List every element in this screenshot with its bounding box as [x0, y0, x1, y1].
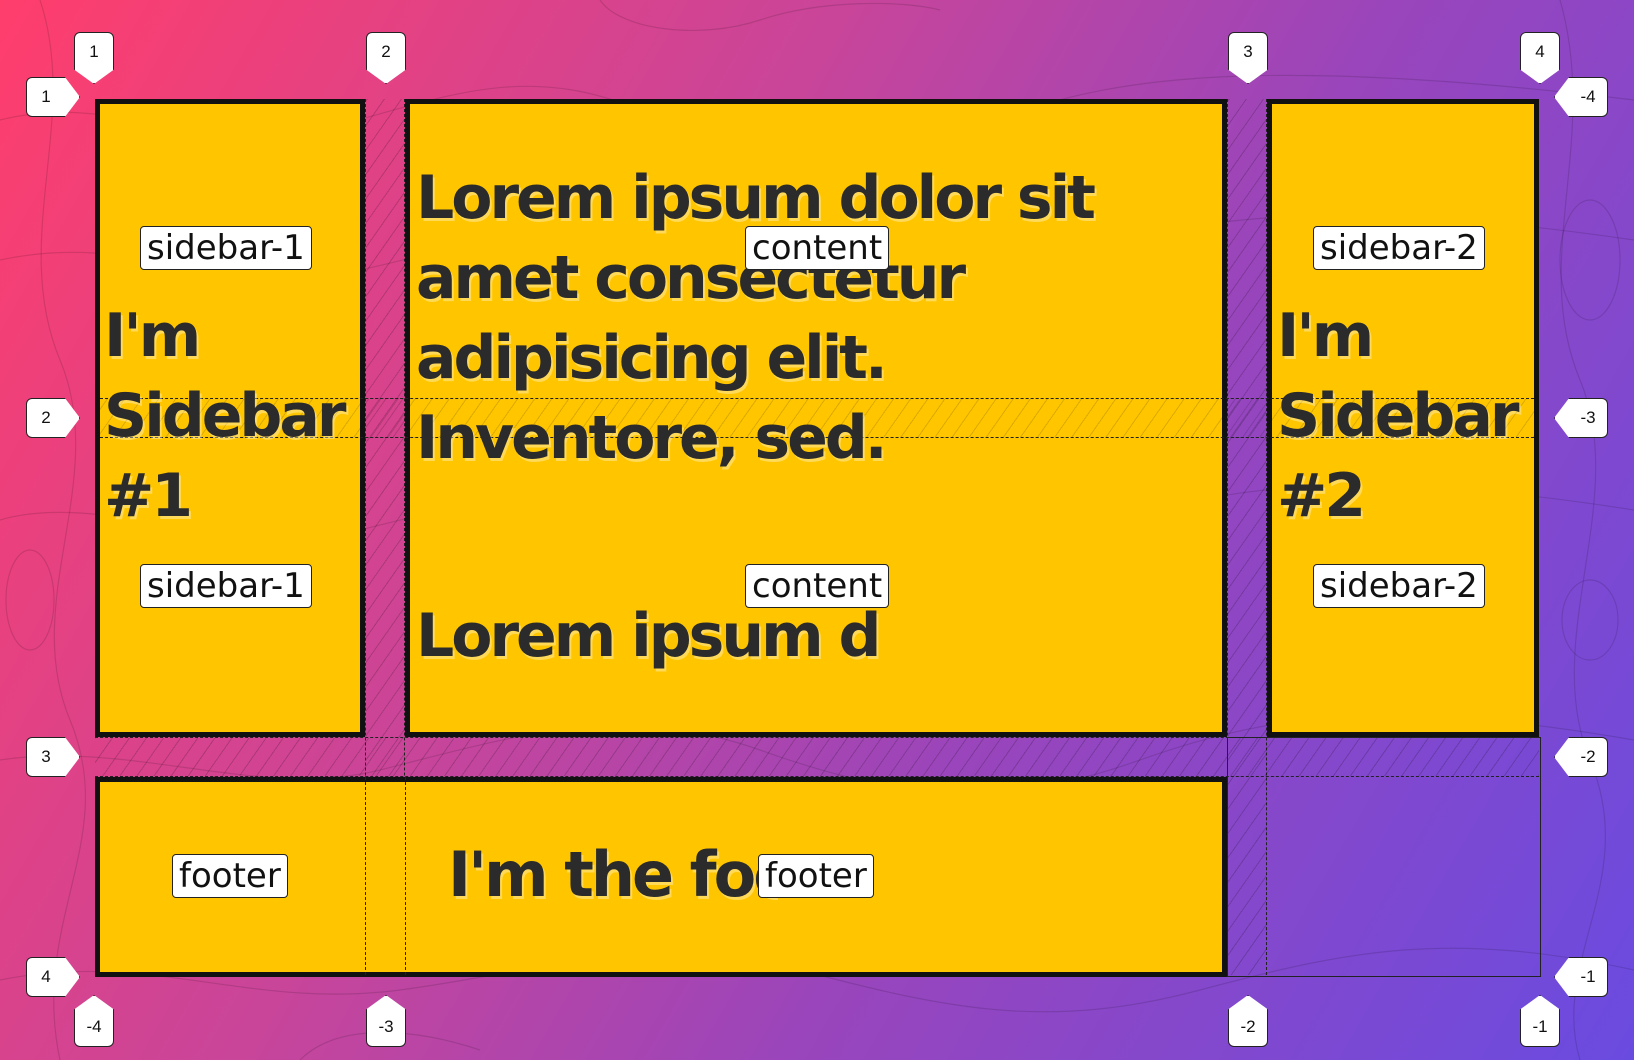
- area-label-footer: footer: [758, 854, 874, 898]
- area-label-sidebar-1: sidebar-1: [140, 564, 312, 608]
- area-label-footer: footer: [172, 854, 288, 898]
- column-line-marker-bottom: -3: [366, 995, 406, 1047]
- row-line-marker-right: -4: [1554, 77, 1608, 117]
- area-label-content: content: [745, 226, 890, 270]
- row-line-marker-right: -3: [1554, 398, 1608, 438]
- row-line-marker-left: 3: [26, 737, 80, 777]
- column-line-marker-bottom: -1: [1520, 995, 1560, 1047]
- row-line-marker-left: 2: [26, 398, 80, 438]
- grid-inspector: I'm Sidebar #1 Lorem ipsum dolor sit ame…: [0, 0, 1634, 1060]
- row-line-marker-right: -1: [1554, 957, 1608, 997]
- area-label-sidebar-1: sidebar-1: [140, 226, 312, 270]
- column-line-marker-top: 4: [1520, 32, 1560, 84]
- area-label-sidebar-2: sidebar-2: [1313, 226, 1485, 270]
- sidebar-1-text: I'm Sidebar #1: [104, 301, 346, 531]
- row-line-marker-left: 4: [26, 957, 80, 997]
- column-line-marker-bottom: -2: [1228, 995, 1268, 1047]
- column-line-marker-top: 3: [1228, 32, 1268, 84]
- gap-line: [365, 777, 366, 975]
- area-label-sidebar-2: sidebar-2: [1313, 564, 1485, 608]
- column-line-marker-top: 1: [74, 32, 114, 84]
- row-line-marker-left: 1: [26, 77, 80, 117]
- empty-grid-cell: [1227, 737, 1541, 977]
- column-line-marker-bottom: -4: [74, 995, 114, 1047]
- row-line-marker-right: -2: [1554, 737, 1608, 777]
- content-text-overflow: Lorem ipsum d: [416, 601, 881, 671]
- content-text: Lorem ipsum dolor sit amet consectetur a…: [416, 163, 1096, 473]
- gap-line: [405, 777, 406, 975]
- footer-text: I'm the footer: [448, 840, 778, 910]
- area-label-content: content: [745, 564, 890, 608]
- column-line-marker-top: 2: [366, 32, 406, 84]
- sidebar-2-text: I'm Sidebar #2: [1277, 301, 1519, 531]
